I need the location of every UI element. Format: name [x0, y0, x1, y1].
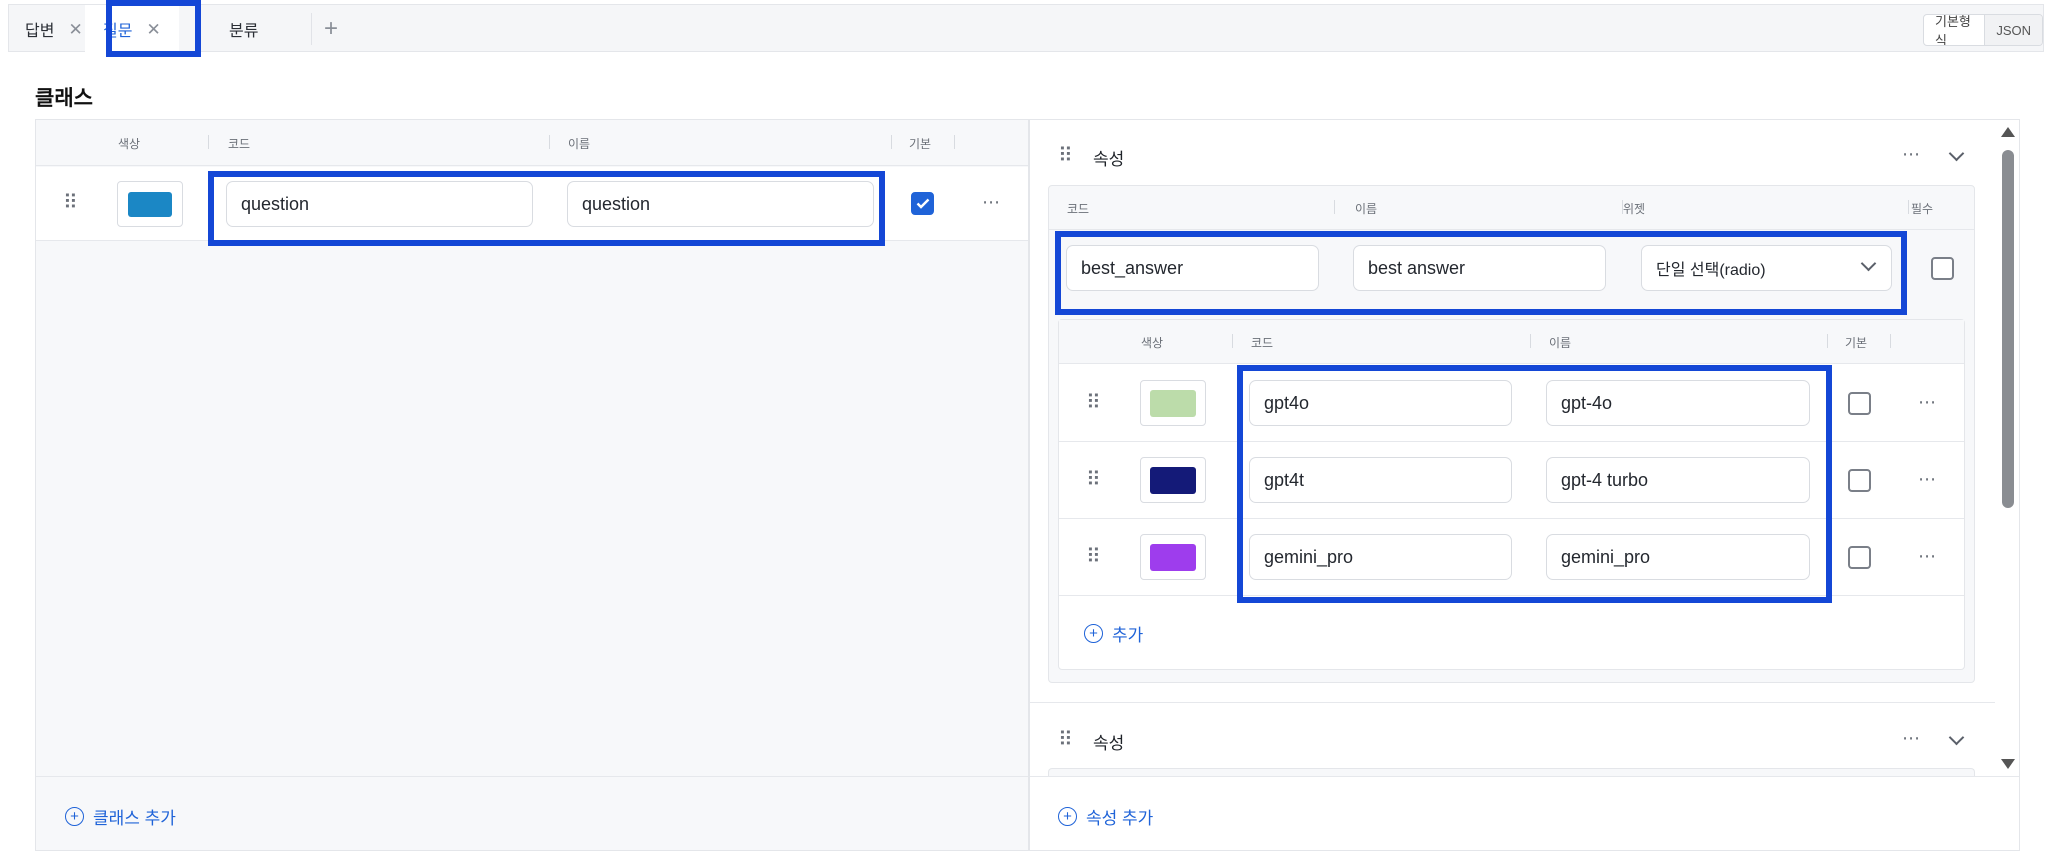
view-mode-toggle: 기본형식 JSON: [1923, 14, 2043, 46]
add-circle-icon: +: [65, 807, 84, 826]
page-title: 클래스: [35, 87, 93, 110]
highlight-box: [106, 0, 201, 57]
check-icon: [916, 198, 929, 209]
highlight-box: [1055, 231, 1907, 315]
header-divider: [954, 135, 955, 149]
add-class-button[interactable]: + 클래스 추가: [65, 804, 176, 829]
more-options-icon[interactable]: ⋯: [982, 192, 1001, 213]
scrollbar-thumb[interactable]: [2002, 150, 2014, 508]
header-color: 색상: [118, 137, 141, 151]
header-divider: [1530, 334, 1531, 348]
tab-divider: [311, 13, 312, 45]
add-circle-icon: +: [1084, 624, 1103, 643]
attribute-title: 속성: [1093, 150, 1125, 169]
class-table-header: [36, 120, 1028, 166]
header-color: 색상: [1141, 336, 1164, 350]
add-attribute-label: 속성 추가: [1086, 809, 1154, 828]
header-divider: [549, 135, 550, 149]
drag-handle-icon[interactable]: ⠿: [1086, 547, 1101, 567]
attribute-header-row: [1049, 186, 1974, 230]
tab-label: 분류: [229, 23, 259, 40]
scroll-down-arrow-icon: [2001, 759, 2015, 769]
color-picker[interactable]: [1140, 534, 1206, 580]
add-circle-icon: +: [1058, 807, 1077, 826]
header-divider: [1827, 334, 1828, 348]
color-swatch: [128, 191, 172, 217]
color-swatch: [1150, 543, 1196, 571]
more-options-icon[interactable]: ⋯: [1918, 546, 1937, 567]
highlight-box: [208, 171, 885, 246]
divider: [1030, 776, 2019, 777]
color-picker[interactable]: [117, 181, 183, 227]
header-divider: [1232, 334, 1233, 348]
add-tab-icon[interactable]: +: [324, 5, 338, 53]
more-options-icon[interactable]: ⋯: [1902, 728, 1921, 749]
attribute-title: 속성: [1093, 734, 1125, 753]
drag-handle-icon[interactable]: ⠿: [1086, 393, 1101, 413]
drag-handle-icon[interactable]: ⠿: [1058, 146, 1073, 166]
header-name: 이름: [568, 137, 591, 151]
header-required: 필수: [1911, 202, 1934, 216]
default-checkbox[interactable]: [1848, 469, 1871, 492]
attribute-card: [1048, 768, 1975, 776]
divider: [36, 776, 1028, 777]
drag-handle-icon[interactable]: ⠿: [1058, 730, 1073, 750]
default-checkbox[interactable]: [911, 192, 934, 215]
divider: [1030, 702, 1995, 703]
highlight-box: [1237, 365, 1832, 603]
header-default: 기본: [909, 137, 932, 151]
more-options-icon[interactable]: ⋯: [1918, 469, 1937, 490]
header-divider: [208, 135, 209, 149]
options-header-row: [1059, 320, 1964, 364]
scrollbar[interactable]: [1997, 120, 2019, 776]
header-divider: [1890, 334, 1891, 348]
drag-handle-icon[interactable]: ⠿: [63, 193, 78, 213]
close-icon[interactable]: ✕: [68, 21, 82, 38]
required-checkbox[interactable]: [1931, 257, 1954, 280]
add-attribute-button[interactable]: + 속성 추가: [1058, 804, 1153, 829]
add-option-button[interactable]: + 추가: [1084, 621, 1143, 646]
add-option-label: 추가: [1112, 626, 1144, 645]
header-code: 코드: [1251, 336, 1274, 350]
tab-classification[interactable]: 분류: [229, 5, 258, 53]
header-default: 기본: [1845, 336, 1868, 350]
header-name: 이름: [1549, 336, 1572, 350]
tab-label: 답변: [25, 23, 55, 40]
scroll-up-arrow-icon: [2001, 127, 2015, 137]
view-mode-basic-button[interactable]: 기본형식: [1924, 15, 1984, 45]
header-widget: 위젯: [1623, 202, 1646, 216]
color-picker[interactable]: [1140, 457, 1206, 503]
more-options-icon[interactable]: ⋯: [1902, 144, 1921, 165]
tab-answer[interactable]: 답변 ✕: [25, 5, 83, 53]
default-checkbox[interactable]: [1848, 546, 1871, 569]
header-divider: [891, 135, 892, 149]
header-code: 코드: [1067, 202, 1090, 216]
header-name: 이름: [1355, 202, 1378, 216]
header-divider: [1334, 200, 1335, 214]
add-class-label: 클래스 추가: [93, 809, 176, 828]
view-mode-json-button[interactable]: JSON: [1984, 15, 2042, 45]
header-code: 코드: [228, 137, 251, 151]
header-divider: [1908, 200, 1909, 214]
tab-bar: 답변 ✕ 질문 ✕ 분류 + 기본형식 JSON: [8, 4, 2044, 53]
more-options-icon[interactable]: ⋯: [1918, 392, 1937, 413]
color-picker[interactable]: [1140, 380, 1206, 426]
color-swatch: [1150, 466, 1196, 494]
color-swatch: [1150, 389, 1196, 417]
default-checkbox[interactable]: [1848, 392, 1871, 415]
drag-handle-icon[interactable]: ⠿: [1086, 470, 1101, 490]
